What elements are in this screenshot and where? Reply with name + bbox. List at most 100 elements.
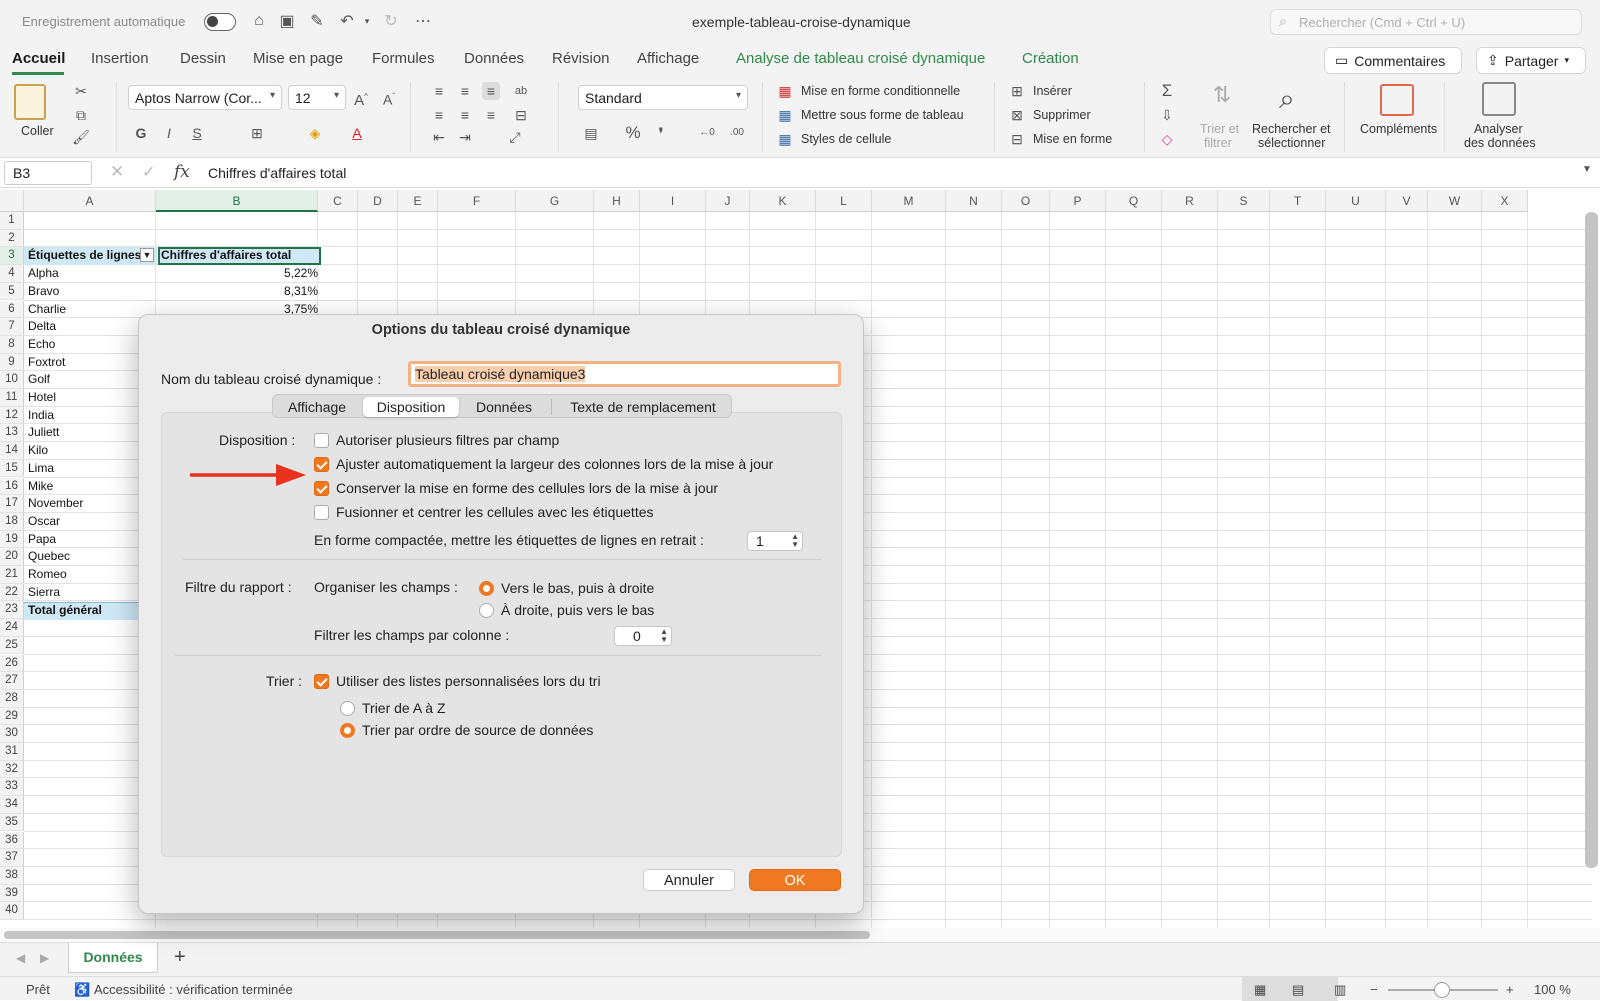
column-header[interactable]: Q bbox=[1106, 190, 1162, 212]
column-header[interactable]: G bbox=[516, 190, 594, 212]
pivot-row-value[interactable]: 5,22% bbox=[160, 265, 318, 282]
align-middle-icon[interactable]: ≡ bbox=[456, 82, 474, 100]
option-multiple-filters[interactable]: Autoriser plusieurs filtres par champ bbox=[336, 432, 559, 448]
tab-revision[interactable]: Révision bbox=[552, 50, 610, 67]
row-labels-header[interactable]: Étiquettes de lignes bbox=[28, 247, 141, 264]
option-autofit-columns[interactable]: Ajuster automatiquement la largeur des c… bbox=[336, 456, 773, 472]
row-header[interactable]: 14 bbox=[0, 442, 24, 460]
delete-button[interactable]: Supprimer bbox=[1033, 108, 1091, 122]
pivot-row-label[interactable]: India bbox=[28, 407, 54, 424]
bold-icon[interactable]: G bbox=[132, 124, 150, 142]
option-custom-lists[interactable]: Utiliser des listes personnalisées lors … bbox=[336, 673, 601, 689]
column-header[interactable]: A bbox=[24, 190, 156, 212]
checkbox-custom-lists[interactable] bbox=[314, 674, 329, 689]
row-header[interactable]: 38 bbox=[0, 866, 24, 885]
sort-filter-label-1[interactable]: Trier et bbox=[1200, 122, 1239, 136]
tab-donnees[interactable]: Données bbox=[465, 397, 543, 417]
fill-color-icon[interactable]: ◈ bbox=[306, 124, 324, 142]
tab-analyse-tcd[interactable]: Analyse de tableau croisé dynamique bbox=[736, 50, 985, 67]
row-header[interactable]: 32 bbox=[0, 760, 24, 779]
pivot-row-label[interactable]: Kilo bbox=[28, 442, 48, 459]
tab-creation[interactable]: Création bbox=[1022, 50, 1079, 67]
checkbox-preserve-format[interactable] bbox=[314, 481, 329, 496]
tab-donnees[interactable]: Données bbox=[464, 50, 524, 67]
zoom-in-icon[interactable]: + bbox=[1506, 982, 1514, 997]
pivot-row-label[interactable]: Sierra bbox=[28, 584, 60, 601]
row-header[interactable]: 35 bbox=[0, 813, 24, 832]
column-header[interactable]: T bbox=[1270, 190, 1326, 212]
cell-styles-button[interactable]: Styles de cellule bbox=[801, 132, 891, 146]
format-as-table-button[interactable]: Mettre sous forme de tableau bbox=[801, 108, 964, 122]
merge-icon[interactable]: ⊟ bbox=[512, 106, 530, 124]
confirm-icon[interactable]: ✓ bbox=[142, 162, 155, 182]
radio-down-then-over[interactable] bbox=[479, 581, 494, 596]
row-header[interactable]: 17 bbox=[0, 495, 24, 513]
tab-texte-remplacement[interactable]: Texte de remplacement bbox=[557, 397, 729, 417]
redo-icon[interactable]: ↻ bbox=[380, 10, 402, 32]
row-header[interactable]: 34 bbox=[0, 796, 24, 814]
more-icon[interactable]: ⋯ bbox=[412, 10, 434, 32]
indent-stepper[interactable]: 1 ▲ ▼ bbox=[747, 531, 803, 551]
pivot-row-label[interactable]: Echo bbox=[28, 336, 55, 353]
wrap-text-icon[interactable]: ab bbox=[512, 82, 530, 100]
comments-button[interactable]: ▭ Commentaires bbox=[1324, 47, 1462, 74]
column-header[interactable]: B bbox=[156, 190, 318, 212]
option-over-then-down[interactable]: À droite, puis vers le bas bbox=[501, 602, 654, 618]
option-preserve-format[interactable]: Conserver la mise en forme des cellules … bbox=[336, 480, 718, 496]
column-header[interactable]: H bbox=[594, 190, 640, 212]
increase-font-icon[interactable]: A^ bbox=[352, 88, 370, 109]
borders-icon[interactable]: ⊞ bbox=[248, 124, 266, 142]
home-icon[interactable]: ⌂ bbox=[248, 10, 270, 32]
row-header[interactable]: 22 bbox=[0, 583, 24, 602]
row-header[interactable]: 2 bbox=[0, 229, 24, 248]
pivot-row-label[interactable]: Alpha bbox=[28, 265, 59, 282]
option-sort-a-z[interactable]: Trier de A à Z bbox=[362, 700, 446, 716]
column-header[interactable]: W bbox=[1428, 190, 1482, 212]
formula-input[interactable]: Chiffres d'affaires total bbox=[208, 165, 346, 181]
select-all[interactable] bbox=[0, 190, 24, 212]
indent-icon[interactable]: ⇥ bbox=[456, 128, 474, 146]
tab-affichage[interactable]: Affichage bbox=[279, 397, 355, 417]
row-header[interactable]: 25 bbox=[0, 636, 24, 655]
cancel-button[interactable]: Annuler bbox=[643, 869, 735, 891]
row-header[interactable]: 26 bbox=[0, 654, 24, 673]
document-title[interactable]: exemple-tableau-croise-dynamique bbox=[692, 14, 911, 30]
analyze-label-2[interactable]: des données bbox=[1464, 136, 1536, 150]
decrease-font-icon[interactable]: Aˇ bbox=[380, 88, 398, 108]
align-top-icon[interactable]: ≡ bbox=[430, 82, 448, 100]
next-sheet-icon[interactable]: ▶ bbox=[40, 951, 49, 965]
accessibility-status[interactable]: Accessibilité : vérification terminée bbox=[94, 982, 293, 997]
pivot-row-label[interactable]: Romeo bbox=[28, 566, 67, 583]
row-header[interactable]: 9 bbox=[0, 353, 24, 372]
normal-view-icon[interactable]: ▦ bbox=[1254, 982, 1266, 998]
sort-filter-label-2[interactable]: filtrer bbox=[1204, 136, 1232, 150]
paste-label[interactable]: Coller bbox=[21, 124, 54, 138]
percent-icon[interactable]: % bbox=[624, 124, 642, 142]
ok-button[interactable]: OK bbox=[749, 869, 841, 891]
save-as-icon[interactable]: ✎ bbox=[306, 10, 328, 32]
tab-dessin[interactable]: Dessin bbox=[180, 50, 226, 67]
pivot-row-value[interactable]: 8,31% bbox=[160, 283, 318, 300]
row-header[interactable]: 37 bbox=[0, 849, 24, 867]
row-header[interactable]: 33 bbox=[0, 778, 24, 797]
scroll-thumb[interactable] bbox=[4, 931, 870, 939]
pivot-row-label[interactable]: Lima bbox=[28, 460, 54, 477]
row-header[interactable]: 40 bbox=[0, 902, 24, 920]
function-icon[interactable]: fx bbox=[174, 162, 190, 182]
pivot-row-label[interactable]: Quebec bbox=[28, 548, 70, 565]
column-header[interactable]: V bbox=[1386, 190, 1428, 212]
zoom-out-icon[interactable]: − bbox=[1370, 982, 1378, 997]
row-header[interactable]: 8 bbox=[0, 335, 24, 354]
column-header[interactable]: M bbox=[872, 190, 946, 212]
tab-accueil[interactable]: Accueil bbox=[12, 50, 65, 67]
analyze-label-1[interactable]: Analyser bbox=[1474, 122, 1523, 136]
column-header[interactable]: L bbox=[816, 190, 872, 212]
insert-button[interactable]: Insérer bbox=[1033, 84, 1072, 98]
radio-over-then-down[interactable] bbox=[479, 603, 494, 618]
prev-sheet-icon[interactable]: ◀ bbox=[16, 951, 25, 965]
column-header[interactable]: O bbox=[1002, 190, 1050, 212]
paste-icon[interactable] bbox=[14, 84, 46, 120]
pivot-row-label[interactable]: Charlie bbox=[28, 301, 66, 318]
column-header[interactable]: K bbox=[750, 190, 816, 212]
currency-icon[interactable]: ▤ bbox=[582, 124, 600, 142]
